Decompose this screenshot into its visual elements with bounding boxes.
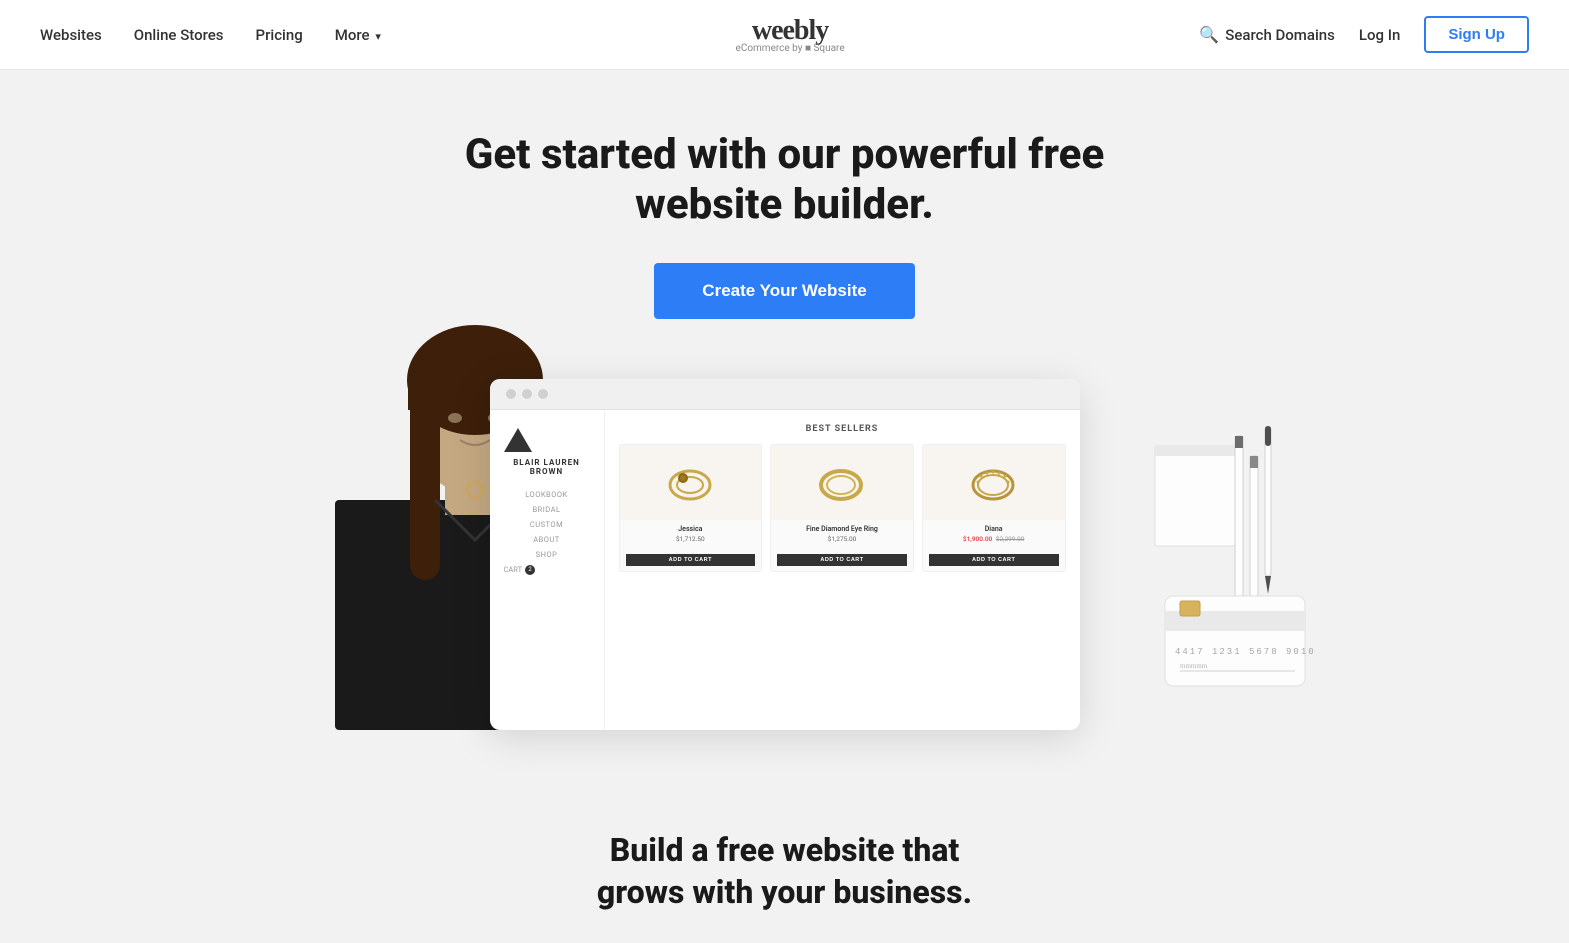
cart-count-badge: 2: [525, 565, 535, 575]
product-image-jessica: [620, 445, 762, 520]
product-info-jessica: Jessica $1,712.50 ADD TO CART: [620, 520, 762, 571]
bottom-section: Build a free website that grows with you…: [0, 780, 1569, 943]
product-card-diamond: Fine Diamond Eye Ring $1,275.00 ADD TO C…: [770, 444, 914, 572]
product-info-diamond: Fine Diamond Eye Ring $1,275.00 ADD TO C…: [771, 520, 913, 571]
product-price-diamond: $1,275.00: [777, 535, 907, 543]
store-sidebar: BLAIR LAUREN BROWN LOOKBOOK BRIDAL CUSTO…: [490, 410, 605, 730]
login-link[interactable]: Log In: [1359, 26, 1400, 44]
nav-left: Websites Online Stores Pricing More ▾: [40, 26, 381, 44]
search-icon: 🔍: [1199, 25, 1219, 44]
hero-visuals: BLAIR LAUREN BROWN LOOKBOOK BRIDAL CUSTO…: [20, 379, 1549, 730]
product-sale-price: $1,900.00: [963, 535, 992, 543]
nav-more[interactable]: More ▾: [335, 26, 381, 44]
svg-text:4417 1231 5678 9010: 4417 1231 5678 9010: [1175, 647, 1316, 657]
product-original-price: $2,299.00: [996, 535, 1025, 543]
bottom-headline: Build a free website that grows with you…: [20, 830, 1549, 913]
store-logo: BLAIR LAUREN BROWN: [504, 428, 590, 476]
product-info-diana: Diana $1,900.00 $2,299.00 ADD TO CART: [923, 520, 1065, 571]
svg-text:mmmmm: mmmmm: [1180, 662, 1208, 670]
nav-pricing[interactable]: Pricing: [256, 26, 303, 44]
product-image-diana: [923, 445, 1065, 520]
decorative-illustration: 4417 1231 5678 9010 mmmmm: [1135, 426, 1335, 710]
add-to-cart-diana[interactable]: ADD TO CART: [929, 554, 1059, 566]
product-name-jessica: Jessica: [626, 525, 756, 533]
product-price-diana: $1,900.00 $2,299.00: [929, 535, 1059, 543]
browser-dot-red: [506, 389, 516, 399]
product-card-diana: Diana $1,900.00 $2,299.00 ADD TO CART: [922, 444, 1066, 572]
signup-button[interactable]: Sign Up: [1424, 16, 1529, 53]
hero-section: Get started with our powerful free websi…: [0, 70, 1569, 780]
store-nav-cart[interactable]: CART 2: [504, 565, 590, 575]
store-nav-lookbook[interactable]: LOOKBOOK: [504, 490, 590, 499]
nav-websites[interactable]: Websites: [40, 26, 102, 44]
product-price-jessica: $1,712.50: [626, 535, 756, 543]
product-name-diana: Diana: [929, 525, 1059, 533]
navbar: Websites Online Stores Pricing More ▾ we…: [0, 0, 1569, 70]
best-sellers-title: BEST SELLERS: [619, 424, 1066, 434]
store-nav-custom[interactable]: CUSTOM: [504, 520, 590, 529]
browser-dot-green: [538, 389, 548, 399]
store-nav-bridal[interactable]: BRIDAL: [504, 505, 590, 514]
logo-sub: eCommerce by ■ Square: [736, 43, 845, 54]
store-name: BLAIR LAUREN BROWN: [504, 458, 590, 476]
product-card-jessica: Jessica $1,712.50 ADD TO CART: [619, 444, 763, 572]
site-logo[interactable]: weebly eCommerce by ■ Square: [736, 15, 845, 54]
store-nav-shop[interactable]: SHOP: [504, 550, 590, 559]
products-grid: Jessica $1,712.50 ADD TO CART: [619, 444, 1066, 572]
add-to-cart-jessica[interactable]: ADD TO CART: [626, 554, 756, 566]
hero-headline: Get started with our powerful free websi…: [435, 130, 1135, 231]
store-nav-about[interactable]: ABOUT: [504, 535, 590, 544]
browser-titlebar: [490, 379, 1080, 410]
browser-content: BLAIR LAUREN BROWN LOOKBOOK BRIDAL CUSTO…: [490, 410, 1080, 730]
chevron-down-icon: ▾: [375, 30, 381, 43]
store-demo-browser: BLAIR LAUREN BROWN LOOKBOOK BRIDAL CUSTO…: [490, 379, 1080, 730]
store-main: BEST SELLERS: [605, 410, 1080, 730]
create-website-button[interactable]: Create Your Website: [654, 263, 914, 319]
nav-online-stores[interactable]: Online Stores: [134, 26, 224, 44]
store-triangle-icon: [504, 428, 532, 452]
search-domains-button[interactable]: 🔍 Search Domains: [1199, 25, 1335, 44]
product-image-diamond: [771, 445, 913, 520]
browser-dot-yellow: [522, 389, 532, 399]
nav-right: 🔍 Search Domains Log In Sign Up: [1199, 16, 1529, 53]
add-to-cart-diamond[interactable]: ADD TO CART: [777, 554, 907, 566]
product-name-diamond: Fine Diamond Eye Ring: [777, 525, 907, 533]
